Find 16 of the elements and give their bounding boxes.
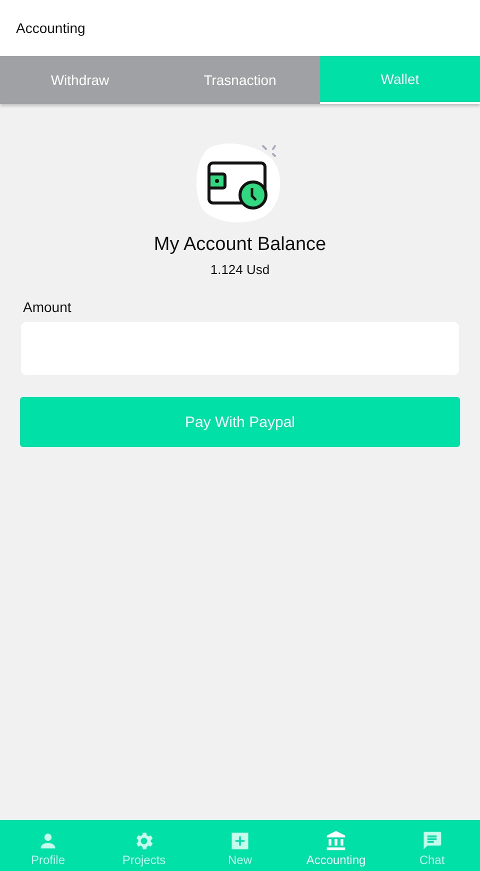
plus-icon [229, 830, 251, 852]
tab[interactable]: Wallet [320, 56, 480, 104]
app-bar-title: Accounting [16, 20, 86, 36]
pay-with-paypal-button[interactable]: Pay With Paypal [20, 397, 460, 447]
chat-icon [421, 830, 443, 852]
balance-amount: 1.124 Usd [210, 262, 270, 277]
tab[interactable]: Withdraw [0, 56, 160, 104]
nav-item[interactable]: Chat [384, 820, 480, 871]
bank-icon [325, 830, 347, 852]
nav-item[interactable]: Projects [96, 820, 192, 871]
nav-item[interactable]: New [192, 820, 288, 871]
tab[interactable]: Trasnaction [160, 56, 320, 104]
nav-item[interactable]: Profile [0, 820, 96, 871]
nav-item[interactable]: Accounting [288, 820, 384, 871]
amount-label: Amount [23, 299, 72, 315]
balance-title: My Account Balance [154, 234, 326, 256]
